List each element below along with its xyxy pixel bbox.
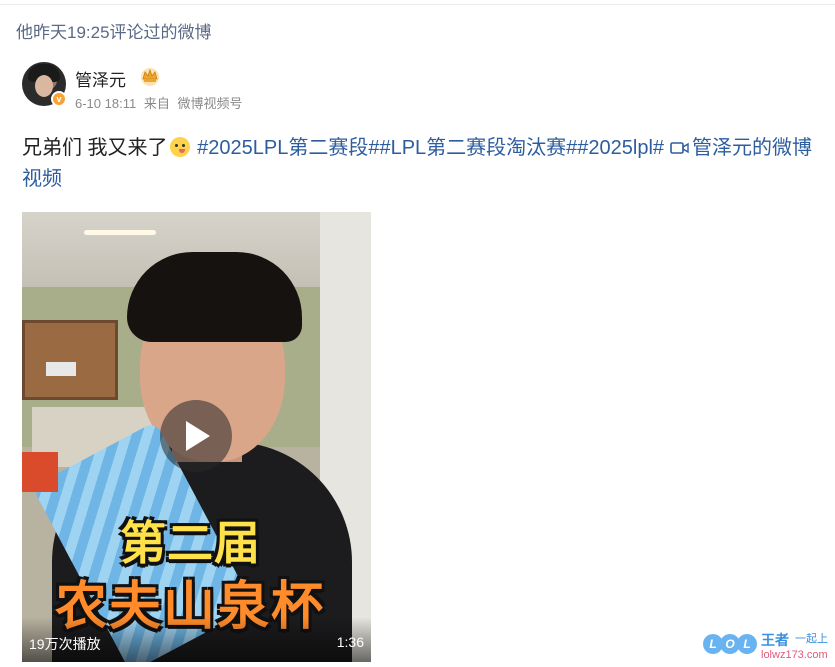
- video-scene-board: [22, 320, 118, 400]
- topic-links[interactable]: #2025LPL第二赛段##LPL第二赛段淘汰赛##2025lpl#: [197, 137, 664, 159]
- play-button[interactable]: [160, 400, 232, 472]
- watermark-title: 王者: [761, 632, 789, 648]
- post-source[interactable]: 微博视频号: [177, 96, 242, 111]
- watermark-url: lolwz173.com: [761, 649, 828, 661]
- from-label: 来自: [143, 96, 170, 111]
- crown-icon[interactable]: [139, 66, 161, 86]
- post-header: v 管泽元 6-10 18:11 来自 微博视频号: [22, 62, 422, 111]
- top-divider: [0, 0, 835, 5]
- verified-badge-icon: v: [51, 91, 67, 107]
- post-time[interactable]: 6-10 18:11: [75, 96, 136, 111]
- commented-note: 他昨天19:25评论过的微博: [16, 23, 212, 42]
- video-camera-icon: [670, 142, 689, 154]
- post-meta: 6-10 18:11 来自 微博视频号: [75, 93, 246, 112]
- video-player[interactable]: 第二届 农夫山泉杯 19万次播放 1:36: [22, 212, 371, 662]
- site-watermark: L O L 王者 一起上 lolwz173.com: [703, 628, 831, 664]
- post-text-body: 兄弟们 我又来了: [22, 137, 168, 159]
- author-name[interactable]: 管泽元: [75, 66, 126, 91]
- watermark-subtitle: 一起上: [795, 633, 828, 645]
- video-scene-note: [46, 362, 76, 376]
- video-person-hair: [127, 252, 302, 342]
- view-count: 19万次播放: [29, 636, 101, 652]
- avatar-face: [35, 75, 53, 97]
- watermark-letter: L: [737, 634, 757, 654]
- video-scene-light: [84, 230, 156, 235]
- post-text: 兄弟们 我又来了 #2025LPL第二赛段##LPL第二赛段淘汰赛##2025l…: [22, 133, 822, 195]
- video-bottle-cap: [22, 452, 58, 492]
- smirk-emoji-icon: [169, 137, 190, 157]
- video-duration: 1:36: [336, 634, 364, 650]
- play-icon: [186, 421, 210, 451]
